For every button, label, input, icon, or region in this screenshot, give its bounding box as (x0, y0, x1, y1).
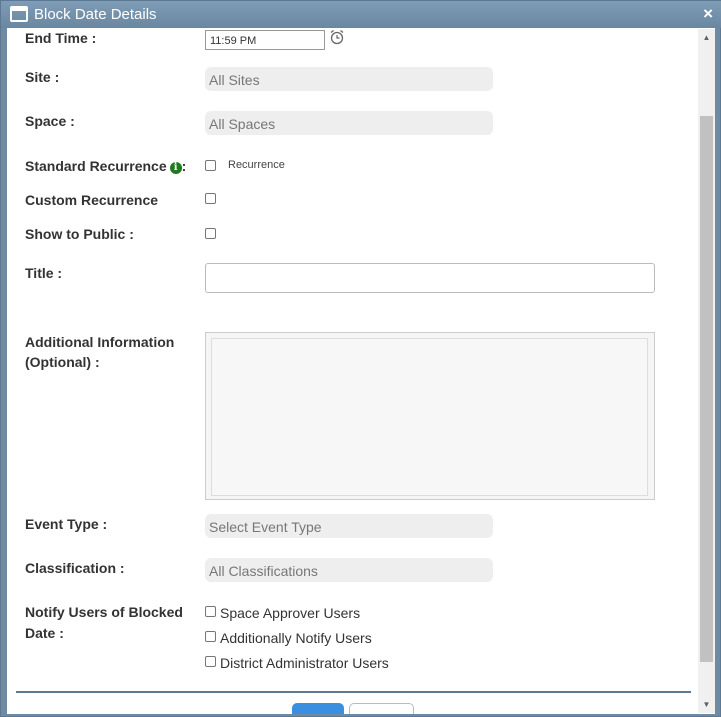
vertical-scrollbar[interactable]: ▲ ▼ (698, 29, 715, 713)
district-admin-label: District Administrator Users (220, 655, 389, 671)
additionally-notify-checkbox[interactable] (205, 631, 216, 642)
notify-label-line2: Date : (25, 625, 64, 641)
footer-divider (16, 691, 691, 693)
classification-select[interactable]: All Classifications (205, 558, 493, 582)
additional-info-label-line2: (Optional) : (25, 354, 100, 370)
show-to-public-label: Show to Public : (25, 226, 134, 242)
additional-info-textarea[interactable] (211, 338, 648, 496)
space-select[interactable]: All Spaces (205, 111, 493, 135)
notify-label-line1: Notify Users of Blocked (25, 604, 183, 620)
standard-recurrence-text: Standard Recurrence (25, 158, 167, 174)
end-time-label: End Time : (25, 30, 97, 46)
custom-recurrence-label: Custom Recurrence (25, 192, 159, 208)
save-button[interactable] (292, 703, 344, 714)
space-label: Space : (25, 113, 75, 129)
info-icon[interactable]: i (169, 162, 182, 174)
additional-info-editor[interactable] (205, 332, 655, 500)
scroll-down-arrow-icon[interactable]: ▼ (698, 696, 715, 713)
title-input[interactable] (205, 263, 655, 293)
scroll-thumb[interactable] (700, 116, 713, 662)
block-date-dialog: Block Date Details × End Time : 11:59 PM… (0, 0, 721, 717)
dialog-titlebar[interactable]: Block Date Details × (1, 1, 721, 28)
standard-recurrence-colon: : (181, 158, 187, 174)
site-label: Site : (25, 69, 60, 85)
cancel-button[interactable] (349, 703, 414, 714)
window-icon (10, 6, 28, 22)
custom-recurrence-checkbox[interactable] (205, 193, 216, 204)
additional-info-label-line1: Additional Information (25, 334, 175, 350)
standard-recurrence-label: Standard Recurrence i: (25, 156, 186, 176)
additionally-notify-label: Additionally Notify Users (220, 630, 372, 646)
close-button[interactable]: × (703, 4, 713, 24)
site-select[interactable]: All Sites (205, 67, 493, 91)
dialog-title: Block Date Details (34, 6, 157, 23)
event-type-select[interactable]: Select Event Type (205, 514, 493, 538)
event-type-label: Event Type : (25, 516, 108, 532)
scroll-up-arrow-icon[interactable]: ▲ (698, 29, 715, 46)
end-time-input[interactable]: 11:59 PM (205, 30, 325, 50)
show-to-public-checkbox[interactable] (205, 228, 216, 239)
standard-recurrence-checkbox[interactable] (205, 160, 216, 171)
space-approver-label: Space Approver Users (220, 605, 361, 621)
alarm-clock-icon[interactable] (329, 29, 345, 45)
classification-label: Classification : (25, 560, 125, 576)
space-approver-checkbox[interactable] (205, 606, 216, 617)
recurrence-option-label: Recurrence (228, 159, 285, 171)
title-label: Title : (25, 265, 63, 281)
dialog-content: End Time : 11:59 PM Site : All Sites Spa… (7, 28, 715, 714)
district-admin-checkbox[interactable] (205, 656, 216, 667)
